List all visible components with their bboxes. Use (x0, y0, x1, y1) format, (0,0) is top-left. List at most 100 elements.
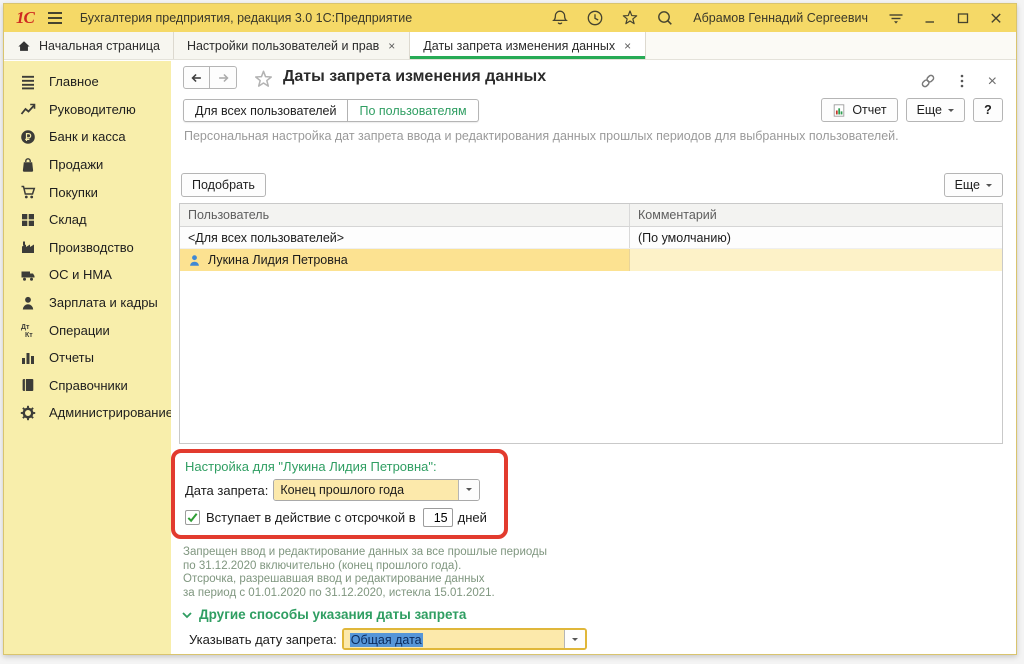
pick-users-button[interactable]: Подобрать (181, 173, 266, 197)
tab-close-icon[interactable]: × (623, 39, 632, 53)
table-row[interactable]: <Для всех пользователей> (По умолчанию) (180, 227, 1002, 249)
form-window-icons: × (920, 73, 997, 91)
service-functions-icon[interactable] (887, 9, 905, 27)
sidebar-item-salary-hr[interactable]: Зарплата и кадры (4, 289, 171, 317)
table-row-selected[interactable]: Лукина Лидия Петровна (180, 249, 1002, 271)
help-button[interactable]: ? (973, 98, 1003, 122)
sidebar-item-purchases[interactable]: Покупки (4, 178, 171, 206)
tab-label: Настройки пользователей и прав (187, 39, 379, 53)
table-header: Пользователь Комментарий (180, 204, 1002, 227)
back-button[interactable] (183, 66, 210, 89)
current-user[interactable]: Абрамов Геннадий Сергеевич (693, 11, 868, 25)
tab-user-settings[interactable]: Настройки пользователей и прав × (174, 32, 410, 59)
window-title: Бухгалтерия предприятия, редакция 3.0 1С… (80, 11, 412, 25)
link-icon[interactable] (920, 73, 936, 91)
close-form-icon[interactable]: × (988, 74, 997, 90)
shopping-cart-icon (19, 184, 37, 200)
mode-all-users-button[interactable]: Для всех пользователей (183, 99, 348, 122)
settings-header: Настройка для "Лукина Лидия Петровна": (185, 459, 494, 474)
notifications-bell-icon[interactable] (551, 9, 569, 27)
sidebar-item-main[interactable]: Главное (4, 68, 171, 96)
application-window: 1С Бухгалтерия предприятия, редакция 3.0… (3, 3, 1017, 655)
more-button[interactable]: Еще (906, 98, 965, 122)
ruble-circle-icon (19, 129, 37, 145)
sidebar-item-manager[interactable]: Руководителю (4, 96, 171, 124)
table-more-button[interactable]: Еще (944, 173, 1003, 197)
favorites-star-icon[interactable] (621, 9, 639, 27)
tab-home[interactable]: Начальная страница (4, 32, 174, 59)
tab-label: Начальная страница (39, 39, 160, 53)
mode-switch: Для всех пользователей По пользователям (183, 99, 479, 122)
sidebar-item-references[interactable]: Справочники (4, 372, 171, 400)
person-icon (19, 295, 37, 311)
sidebar-item-sales[interactable]: Продажи (4, 151, 171, 179)
selected-text: Общая дата (350, 633, 423, 647)
date-method-select[interactable]: Общая дата (342, 628, 587, 650)
form-action-buttons: Отчет Еще ? (821, 98, 1003, 122)
sidebar-item-fixed-assets[interactable]: ОС и НМА (4, 261, 171, 289)
date-restriction-label: Дата запрета: (185, 483, 268, 498)
tab-restriction-dates[interactable]: Даты запрета изменения данных × (410, 32, 646, 59)
deferral-label: Вступает в действие с отсрочкой в (206, 510, 416, 525)
mode-by-users-button[interactable]: По пользователям (348, 99, 478, 122)
deferral-days-input[interactable]: 15 (423, 508, 453, 527)
home-icon (17, 39, 31, 53)
debit-credit-icon: ДтКт (19, 322, 37, 338)
sidebar-item-reports[interactable]: Отчеты (4, 344, 171, 372)
truck-icon (19, 267, 37, 283)
other-methods-section-toggle[interactable]: Другие способы указания даты запрета (181, 607, 466, 622)
form-area: Даты запрета изменения данных × Для всех… (171, 61, 1016, 654)
forward-button[interactable] (210, 66, 237, 89)
close-window-icon[interactable] (988, 10, 1004, 26)
history-icon[interactable] (586, 9, 604, 27)
minimize-icon[interactable] (922, 10, 938, 26)
maximize-icon[interactable] (955, 10, 971, 26)
tab-label: Даты запрета изменения данных (423, 39, 615, 53)
book-icon (19, 377, 37, 393)
search-icon[interactable] (656, 9, 674, 27)
user-icon (188, 254, 201, 267)
gear-icon (19, 405, 37, 421)
report-button[interactable]: Отчет (821, 98, 897, 122)
menu-lines-icon (19, 74, 37, 90)
dropdown-arrow-icon (948, 109, 954, 115)
favorite-star-icon[interactable] (253, 69, 274, 95)
main-menu-icon[interactable] (48, 12, 62, 24)
restriction-explanation: Запрещен ввод и редактирование данных за… (183, 546, 547, 600)
users-table: Пользователь Комментарий <Для всех польз… (179, 203, 1003, 444)
trend-chart-icon (19, 101, 37, 117)
sections-sidebar: Главное Руководителю Банк и касса Продаж… (4, 61, 171, 654)
page-title: Даты запрета изменения данных (283, 68, 546, 86)
kebab-menu-icon[interactable] (955, 73, 969, 91)
chevron-down-icon (181, 609, 193, 621)
date-method-label: Указывать дату запрета: (189, 632, 337, 647)
boxes-grid-icon (19, 212, 37, 228)
deferral-checkbox[interactable] (185, 510, 200, 525)
report-icon (832, 103, 846, 118)
column-header-comment[interactable]: Комментарий (630, 204, 1002, 226)
svg-text:Кт: Кт (25, 332, 33, 338)
open-windows-tabbar: Начальная страница Настройки пользовател… (4, 32, 1016, 60)
annotation-highlight-box: Настройка для "Лукина Лидия Петровна": Д… (171, 449, 508, 539)
bar-chart-icon (19, 350, 37, 366)
shopping-bag-icon (19, 157, 37, 173)
sidebar-item-warehouse[interactable]: Склад (4, 206, 171, 234)
dropdown-arrow-icon (564, 630, 585, 648)
factory-icon (19, 239, 37, 255)
tab-close-icon[interactable]: × (387, 39, 396, 53)
checkmark-icon (186, 511, 199, 524)
date-restriction-select[interactable]: Конец прошлого года (273, 479, 480, 501)
sidebar-item-administration[interactable]: Администрирование (4, 399, 171, 427)
sidebar-item-operations[interactable]: ДтКт Операции (4, 316, 171, 344)
deferral-suffix: дней (458, 510, 487, 525)
svg-text:Дт: Дт (21, 324, 30, 331)
column-header-user[interactable]: Пользователь (180, 204, 630, 226)
dropdown-arrow-icon (986, 184, 992, 190)
dropdown-arrow-icon (458, 480, 479, 500)
sidebar-item-production[interactable]: Производство (4, 234, 171, 262)
title-bar: 1С Бухгалтерия предприятия, редакция 3.0… (4, 4, 1016, 32)
navigation-buttons (183, 66, 237, 89)
form-description: Персональная настройка дат запрета ввода… (184, 129, 899, 143)
other-methods-row: Указывать дату запрета: Общая дата (189, 628, 587, 650)
sidebar-item-bank-cash[interactable]: Банк и касса (4, 123, 171, 151)
